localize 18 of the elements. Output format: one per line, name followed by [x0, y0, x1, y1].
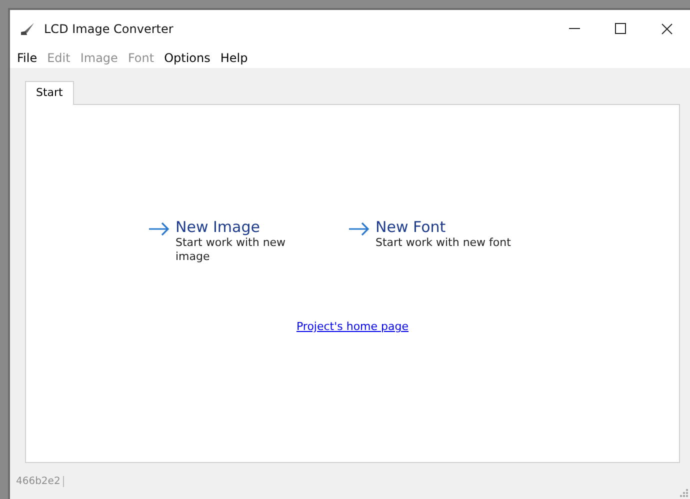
close-icon [661, 23, 673, 35]
arrow-icon [148, 222, 170, 236]
action-link[interactable]: New Image [176, 218, 298, 236]
status-text: 466b2e2 [16, 476, 64, 486]
window-title: LCD Image Converter [44, 22, 174, 36]
action-description: Start work with new image [176, 236, 287, 264]
home-page-link[interactable]: Project's home page [296, 320, 409, 333]
menu-item[interactable]: File [12, 51, 42, 65]
brush-icon [20, 22, 36, 36]
menu-item[interactable]: Options [159, 51, 216, 65]
action-link[interactable]: New Font [376, 218, 511, 236]
maximize-icon [615, 23, 627, 35]
minimize-icon [569, 28, 581, 30]
action-description: Start work with new font [376, 236, 511, 250]
arrow-icon [348, 222, 370, 236]
resize-grip-icon[interactable] [680, 489, 688, 497]
menu-item[interactable]: Help [215, 51, 253, 65]
tab[interactable]: Start [25, 81, 74, 105]
